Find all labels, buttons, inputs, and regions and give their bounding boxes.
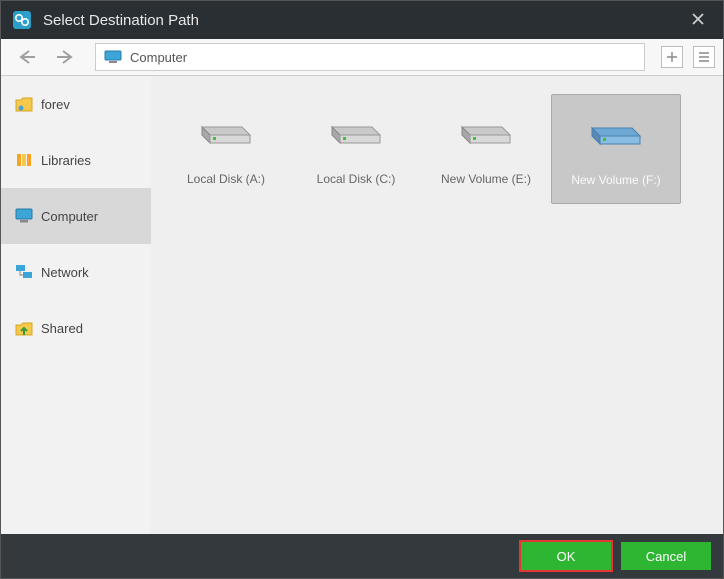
view-list-button[interactable] xyxy=(693,46,715,68)
drive-label: New Volume (E:) xyxy=(441,172,531,186)
drive-item[interactable]: Local Disk (A:) xyxy=(161,94,291,204)
path-label: Computer xyxy=(130,50,187,65)
drive-item[interactable]: New Volume (F:) xyxy=(551,94,681,204)
sidebar-item-user[interactable]: forev xyxy=(1,76,151,132)
sidebar-item-computer[interactable]: Computer xyxy=(1,188,151,244)
computer-icon xyxy=(15,207,33,225)
toolbar: Computer xyxy=(1,39,723,76)
drive-item[interactable]: New Volume (E:) xyxy=(421,94,551,204)
path-bar[interactable]: Computer xyxy=(95,43,645,71)
sidebar-item-libraries[interactable]: Libraries xyxy=(1,132,151,188)
shared-icon xyxy=(15,319,33,337)
user-folder-icon xyxy=(15,95,33,113)
sidebar-item-label: Shared xyxy=(41,321,83,336)
drive-label: Local Disk (A:) xyxy=(187,172,265,186)
sidebar-item-label: Libraries xyxy=(41,153,91,168)
sidebar-item-shared[interactable]: Shared xyxy=(1,300,151,356)
drive-item[interactable]: Local Disk (C:) xyxy=(291,94,421,204)
hard-disk-icon xyxy=(196,100,256,150)
hard-disk-icon xyxy=(456,100,516,150)
main-panel: Local Disk (A:) Local Disk (C:) xyxy=(151,76,723,534)
drive-label: Local Disk (C:) xyxy=(317,172,396,186)
titlebar: Select Destination Path xyxy=(1,1,723,39)
nav-back-button[interactable] xyxy=(9,47,43,67)
drive-label: New Volume (F:) xyxy=(571,173,660,187)
sidebar: forev Libraries Computer Network xyxy=(1,76,151,534)
hard-disk-icon xyxy=(326,100,386,150)
sidebar-item-label: Computer xyxy=(41,209,98,224)
cancel-button[interactable]: Cancel xyxy=(621,542,711,570)
sidebar-item-network[interactable]: Network xyxy=(1,244,151,300)
window-title: Select Destination Path xyxy=(43,12,199,29)
bottom-bar: OK Cancel xyxy=(1,534,723,578)
libraries-icon xyxy=(15,151,33,169)
new-folder-button[interactable] xyxy=(661,46,683,68)
close-button[interactable] xyxy=(683,6,713,35)
hard-disk-icon xyxy=(586,101,646,151)
network-icon xyxy=(15,263,33,281)
computer-icon xyxy=(104,50,122,64)
sidebar-item-label: Network xyxy=(41,265,89,280)
nav-forward-button[interactable] xyxy=(49,47,83,67)
app-icon xyxy=(11,9,33,31)
sidebar-item-label: forev xyxy=(41,97,70,112)
ok-button[interactable]: OK xyxy=(521,542,611,570)
